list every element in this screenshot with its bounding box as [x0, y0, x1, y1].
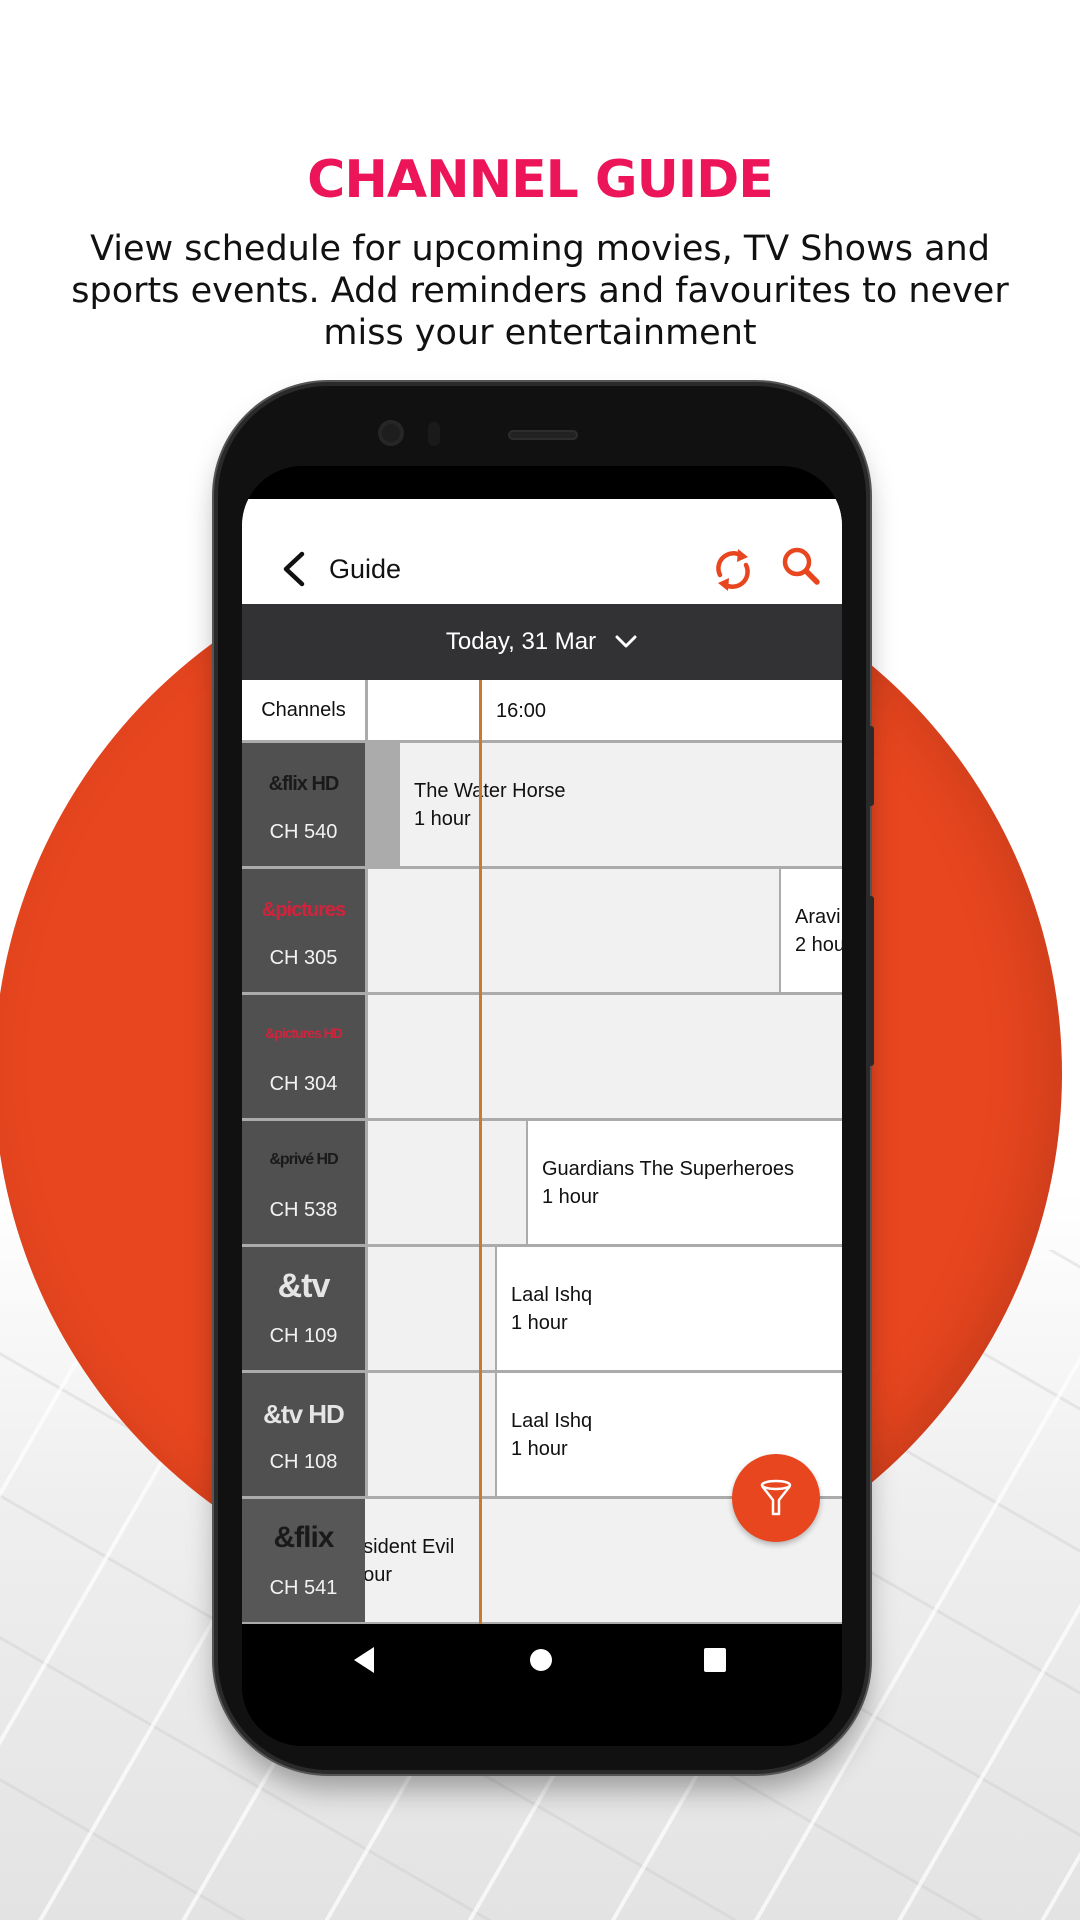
phone-screen: Guide Today, 31 Mar Channels 16:00 &flix…	[242, 466, 842, 1746]
channel-cell[interactable]: &privé HD CH 538	[242, 1121, 365, 1244]
channel-row: &pictures CH 305 Aravi 2 hou	[242, 869, 842, 992]
channel-logo: &privé HD	[269, 1151, 338, 1168]
channel-row: &tv CH 109 Laal Ishq 1 hour	[242, 1247, 842, 1370]
promo-headline: CHANNEL GUIDE	[307, 150, 774, 210]
filter-button[interactable]	[732, 1454, 820, 1542]
refresh-icon[interactable]	[712, 547, 754, 593]
program-cell[interactable]	[368, 1121, 526, 1244]
channel-logo: &flix	[273, 1521, 334, 1554]
front-camera	[378, 420, 404, 446]
channel-cell[interactable]: &flix CH 541	[242, 1499, 365, 1622]
program-cell[interactable]	[368, 1373, 495, 1496]
program-cell[interactable]: Laal Ishq 1 hour	[497, 1247, 842, 1370]
sensor	[428, 422, 440, 446]
channel-logo: &pictures	[261, 899, 346, 921]
earpiece-speaker	[508, 430, 578, 440]
channel-number: CH 540	[269, 821, 338, 843]
app-bar: Guide	[242, 499, 842, 604]
channel-number: CH 109	[269, 1325, 338, 1347]
timeline-header: 16:00	[368, 680, 842, 740]
program-title: Guardians The Superheroes	[542, 1158, 795, 1180]
channel-logo: &flix HD	[268, 773, 340, 795]
channel-logo: &tv HD	[263, 1399, 345, 1429]
channel-number: CH 541	[269, 1577, 338, 1599]
date-label: Today, 31 Mar	[445, 628, 597, 655]
nav-recents-icon[interactable]	[704, 1648, 726, 1672]
guide-app: Guide Today, 31 Mar Channels 16:00 &flix…	[242, 499, 842, 1624]
program-title: Laal Ishq	[511, 1284, 593, 1306]
channel-logo: &pictures HD	[265, 1025, 343, 1041]
program-duration: 1 hour	[542, 1186, 599, 1208]
channel-cell[interactable]: &pictures CH 305	[242, 869, 365, 992]
phone-power-button	[866, 896, 874, 1066]
page-title: Guide	[329, 554, 402, 584]
program-cell[interactable]	[368, 995, 842, 1118]
chevron-down-icon	[615, 635, 637, 648]
filter-funnel-icon	[760, 1479, 792, 1516]
channels-header: Channels	[242, 680, 365, 740]
channel-row: &pictures HD CH 304	[242, 995, 842, 1118]
search-icon[interactable]	[780, 545, 822, 587]
program-cell[interactable]: esident Evil hour	[352, 1499, 484, 1622]
channel-number: CH 538	[269, 1199, 338, 1221]
program-cell[interactable]: The Water Horse 1 hour	[400, 743, 842, 866]
promo-subtitle: View schedule for upcoming movies, TV Sh…	[71, 229, 1009, 353]
date-selector[interactable]: Today, 31 Mar	[242, 604, 842, 680]
channel-number: CH 305	[269, 947, 338, 969]
program-cell[interactable]	[368, 869, 779, 992]
channel-number: CH 108	[269, 1451, 338, 1473]
program-duration: hour	[352, 1564, 393, 1586]
program-cell[interactable]	[368, 1247, 495, 1370]
current-time-indicator	[479, 680, 482, 1624]
nav-home-icon[interactable]	[530, 1649, 552, 1671]
phone-frame: Guide Today, 31 Mar Channels 16:00 &flix…	[218, 386, 874, 1770]
channel-cell[interactable]: &flix HD CH 540	[242, 743, 365, 866]
program-cell[interactable]: Guardians The Superheroes 1 hour	[528, 1121, 842, 1244]
phone-volume-button	[866, 726, 874, 806]
program-title: Laal Ishq	[511, 1410, 593, 1432]
program-duration: 2 hou	[795, 934, 842, 956]
nav-back-icon[interactable]	[354, 1647, 374, 1673]
program-cell[interactable]: Aravi 2 hou	[781, 869, 842, 992]
chevron-left-icon[interactable]	[278, 551, 308, 587]
channel-cell[interactable]: &tv CH 109	[242, 1247, 365, 1370]
time-slot: 16:00	[496, 700, 547, 722]
channel-number: CH 304	[269, 1073, 338, 1095]
system-nav-bar	[242, 1624, 842, 1746]
channel-logo: &tv	[277, 1267, 331, 1305]
channel-row: &privé HD CH 538 Guardians The Superhero…	[242, 1121, 842, 1244]
channel-row: &flix HD CH 540 The Water Horse 1 hour	[242, 743, 842, 866]
channel-cell[interactable]: &pictures HD CH 304	[242, 995, 365, 1118]
channel-cell[interactable]: &tv HD CH 108	[242, 1373, 365, 1496]
program-title: esident Evil	[352, 1536, 455, 1558]
program-title: Aravi	[795, 906, 841, 928]
program-duration: 1 hour	[511, 1312, 568, 1334]
